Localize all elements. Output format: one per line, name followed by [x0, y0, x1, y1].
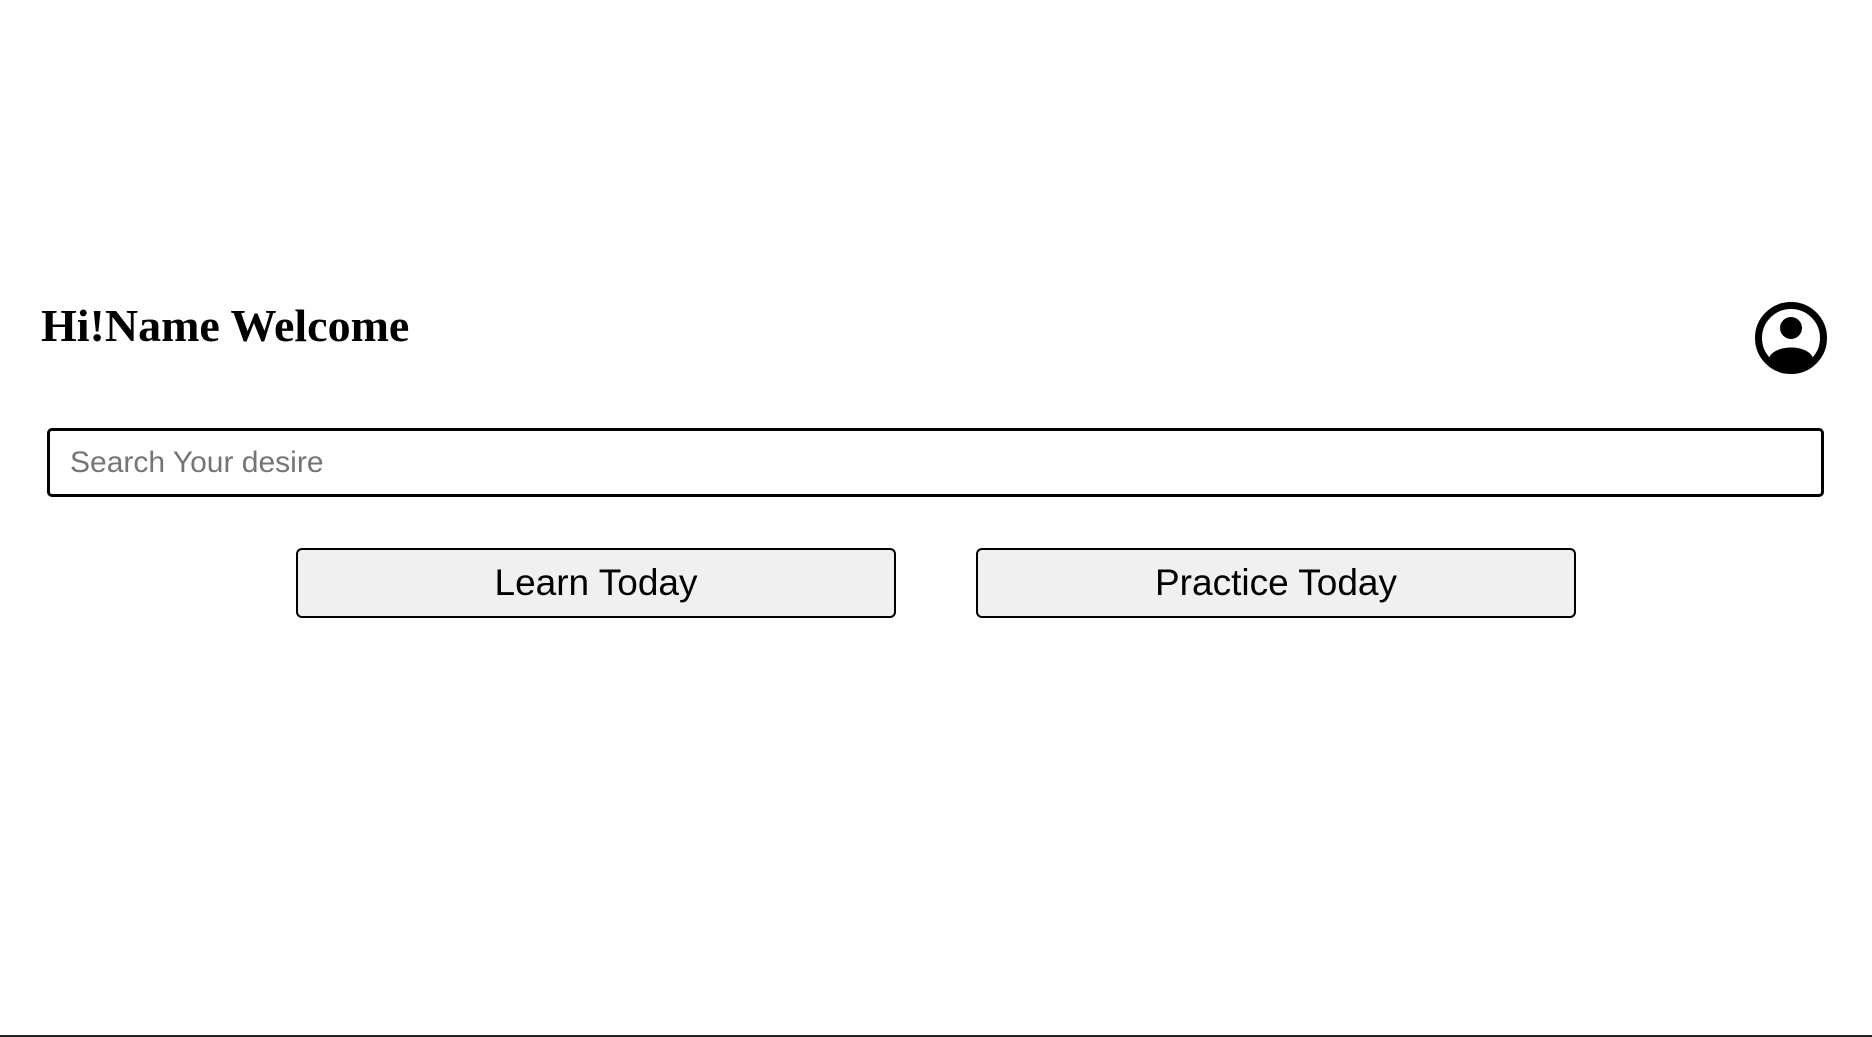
- practice-today-button[interactable]: Practice Today: [976, 548, 1576, 618]
- search-input[interactable]: [47, 428, 1824, 497]
- page-title: Hi!Name Welcome: [41, 300, 410, 351]
- learn-today-button[interactable]: Learn Today: [296, 548, 896, 618]
- user-circle-icon: [1755, 302, 1827, 374]
- profile-icon[interactable]: [1755, 302, 1827, 374]
